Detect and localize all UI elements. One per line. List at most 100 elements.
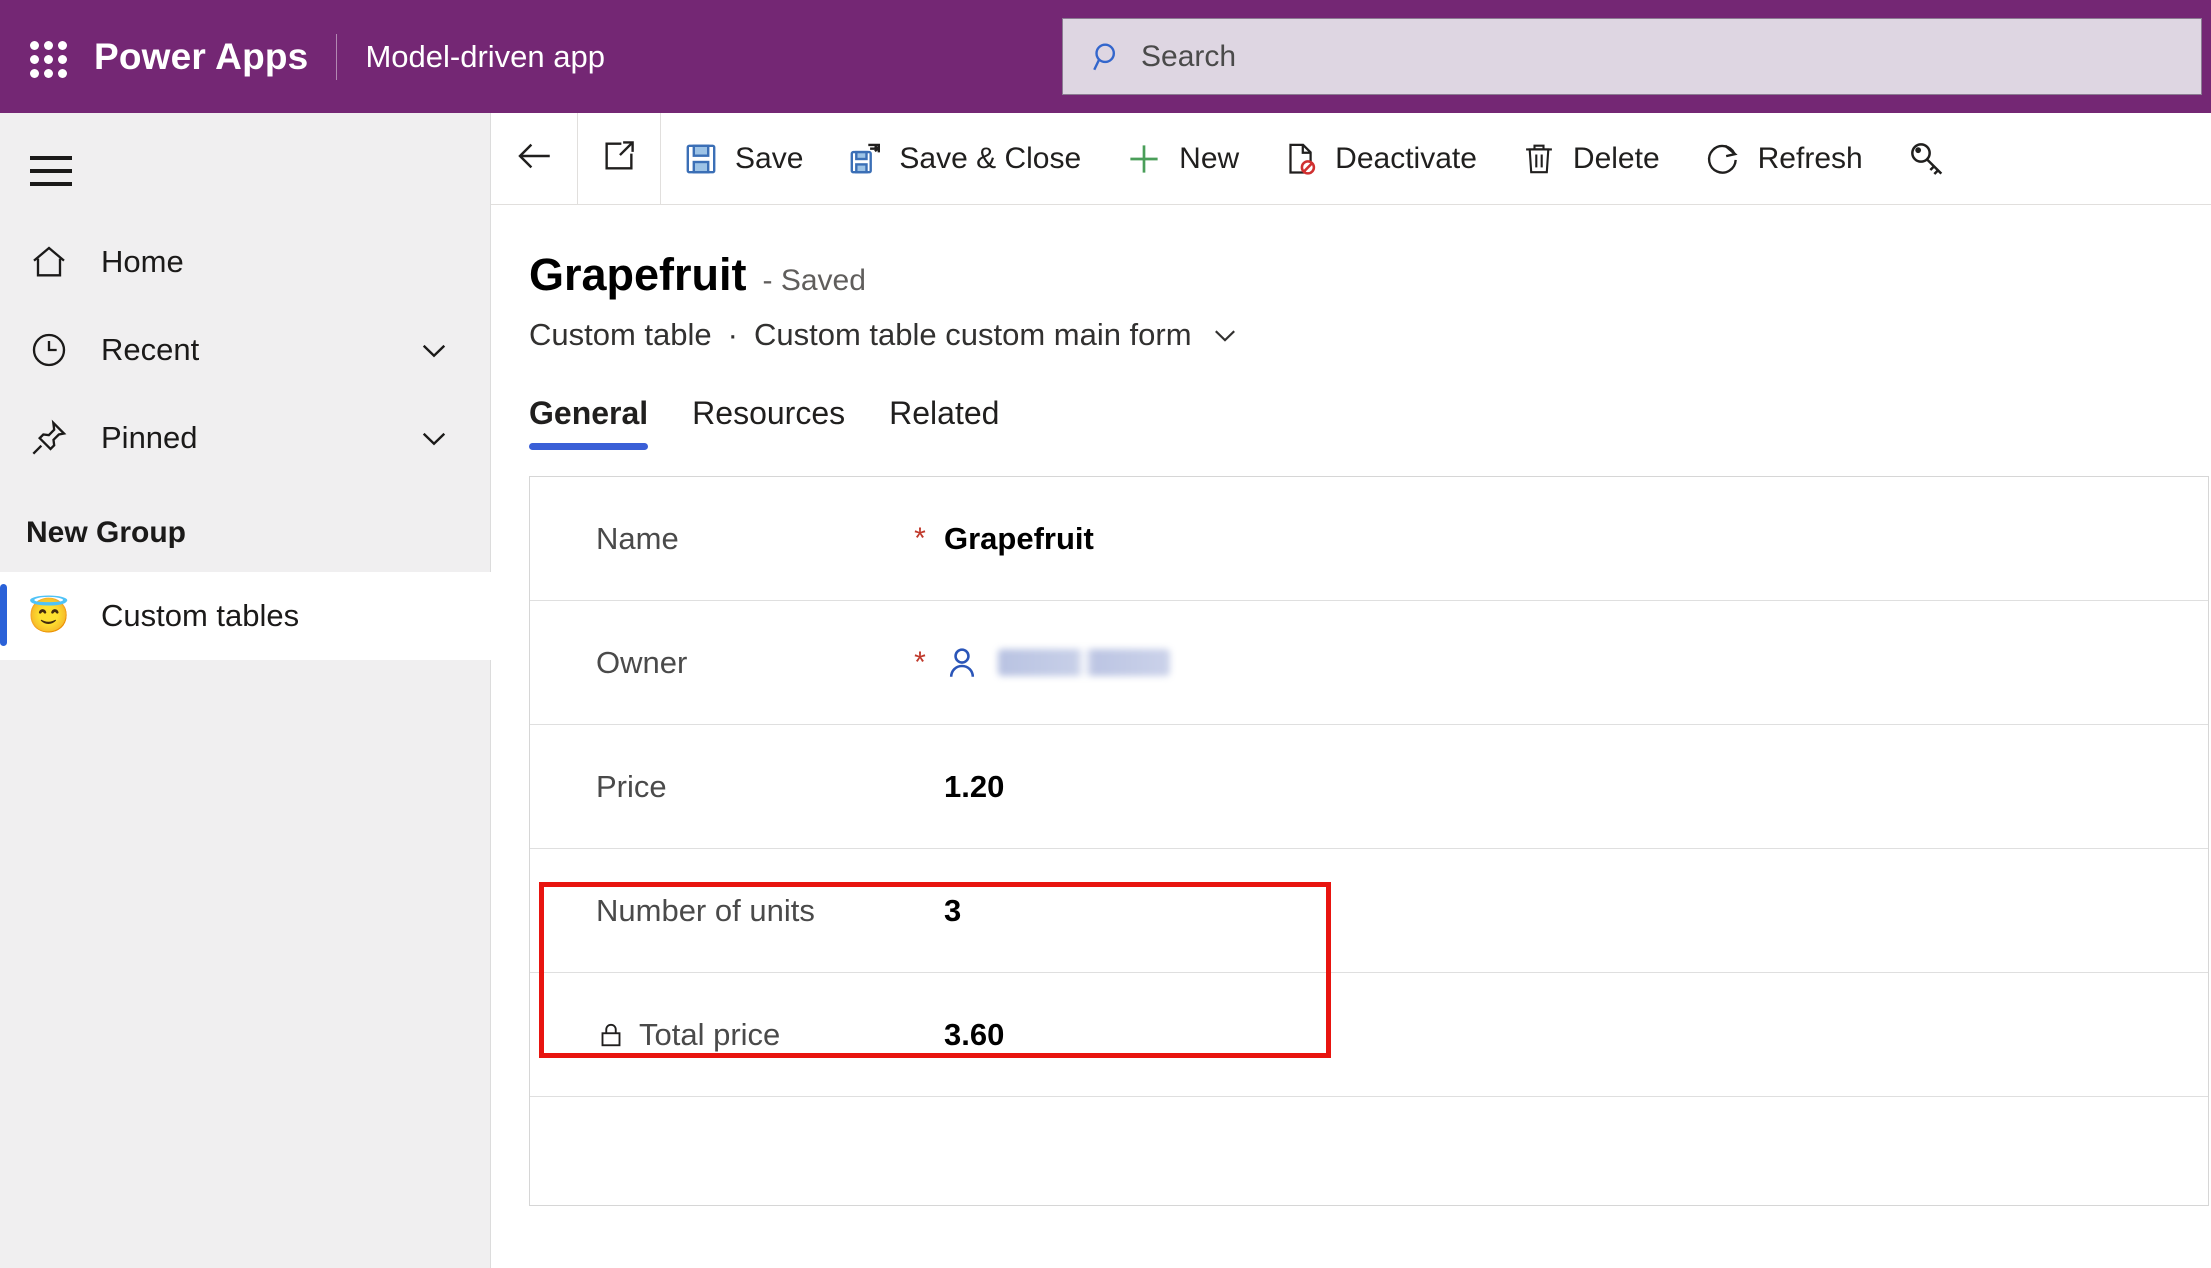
sidebar-group-title: New Group (26, 516, 187, 549)
form-card-bottom-spacer (530, 1097, 2208, 1205)
search-placeholder: Search (1141, 39, 1237, 73)
field-label: Owner (596, 644, 688, 680)
hamburger-line (30, 156, 72, 160)
sidebar-item-label: Pinned (101, 420, 198, 455)
sidebar-item-label: Home (101, 244, 184, 279)
field-value-number-of-units[interactable]: 3 (944, 893, 961, 929)
waffle-dot (44, 68, 53, 78)
field-value-name[interactable]: Grapefruit (944, 521, 1094, 557)
field-row-name: Name * Grapefruit (530, 477, 2208, 601)
key-check-access-icon (1907, 139, 1947, 179)
global-search-box[interactable]: Search (1062, 18, 2202, 95)
command-bar: Save Save & Close New Deactivate Delete … (491, 113, 2211, 205)
field-row-number-of-units: Number of units 3 (530, 849, 2208, 973)
pin-icon (26, 418, 72, 458)
save-button[interactable]: Save (661, 113, 825, 204)
delete-button-label: Delete (1572, 141, 1660, 175)
open-in-new-window-button[interactable] (578, 113, 661, 204)
required-asterisk: * (914, 521, 926, 555)
field-value-text: Grapefruit (944, 520, 1094, 556)
hamburger-line (30, 169, 72, 173)
refresh-button[interactable]: Refresh (1682, 113, 1885, 204)
trash-icon (1521, 141, 1557, 177)
save-state-label: - Saved (762, 264, 866, 297)
sidebar-item-custom-tables[interactable]: 😇 Custom tables (0, 572, 491, 660)
waffle-dot (44, 54, 53, 64)
deactivate-button-label: Deactivate (1335, 141, 1477, 175)
deactivate-button[interactable]: Deactivate (1261, 113, 1499, 204)
lock-icon (596, 1020, 626, 1050)
breadcrumb-separator: · (727, 317, 738, 352)
waffle-dot (30, 54, 39, 64)
breadcrumb: Custom table · Custom table custom main … (529, 317, 2211, 353)
angel-face-emoji-glyph: 😇 (27, 597, 71, 635)
sidebar-item-home[interactable]: Home (0, 218, 491, 306)
check-access-button[interactable] (1885, 113, 1985, 204)
field-label: Number of units (596, 892, 815, 928)
refresh-button-label: Refresh (1757, 141, 1863, 175)
field-row-owner: Owner * (530, 601, 2208, 725)
back-button[interactable] (491, 113, 578, 204)
deactivate-icon (1283, 141, 1319, 177)
field-value-total-price: 3.60 (944, 1017, 1004, 1053)
form-tab-list: General Resources Related (529, 395, 2211, 450)
delete-button[interactable]: Delete (1499, 113, 1682, 204)
refresh-icon (1704, 140, 1742, 178)
app-name-label: Model-driven app (365, 38, 605, 74)
home-icon (26, 242, 72, 282)
main-content-area: Save Save & Close New Deactivate Delete … (491, 113, 2211, 1268)
tab-general[interactable]: General (529, 395, 649, 450)
save-and-close-button-label: Save & Close (899, 141, 1082, 175)
brand-divider (336, 33, 338, 80)
field-label: Name (596, 520, 679, 556)
person-icon (944, 645, 980, 681)
field-label-total-price: Total price (596, 1017, 896, 1053)
form-field-card: Name * Grapefruit Owner * Price 1.20 Num… (529, 476, 2209, 1206)
record-title-row: Grapefruit - Saved (529, 249, 2211, 301)
waffle-dot (58, 40, 67, 50)
save-and-close-icon (847, 141, 883, 177)
brand-title[interactable]: Power Apps (94, 36, 308, 78)
field-label: Price (596, 768, 667, 804)
field-value-price[interactable]: 1.20 (944, 769, 1004, 805)
chevron-down-icon[interactable] (415, 331, 453, 369)
save-and-close-button[interactable]: Save & Close (825, 113, 1103, 204)
field-label-text: Total price (639, 1016, 781, 1052)
sidebar-item-pinned[interactable]: Pinned (0, 394, 491, 482)
field-value-text: 3.60 (944, 1016, 1005, 1052)
page-title: Grapefruit (529, 249, 747, 300)
app-launcher-waffle-icon[interactable] (24, 35, 68, 79)
chevron-down-icon[interactable] (1208, 318, 1242, 352)
plus-icon (1125, 140, 1163, 178)
hamburger-menu-icon[interactable] (24, 148, 78, 194)
open-in-new-window-icon (600, 137, 638, 180)
waffle-dot (58, 54, 67, 64)
clock-icon (26, 330, 72, 370)
waffle-dot (30, 68, 39, 78)
form-selector-label[interactable]: Custom table custom main form (754, 317, 1192, 353)
save-button-label: Save (735, 141, 804, 175)
site-map-sidebar: Home Recent Pinned New Group 😇 Custom ta… (0, 113, 491, 1268)
tab-resources[interactable]: Resources (692, 395, 845, 450)
field-value-owner[interactable] (944, 645, 1170, 681)
field-row-price: Price 1.20 (530, 725, 2208, 849)
record-header: Grapefruit - Saved Custom table · Custom… (491, 205, 2211, 353)
chevron-down-icon[interactable] (415, 419, 453, 457)
search-icon (1091, 40, 1125, 74)
waffle-dot (44, 40, 53, 50)
top-app-bar: Power Apps Model-driven app Search (0, 0, 2211, 113)
sidebar-nav-list: Home Recent Pinned New Group 😇 Custom ta… (0, 218, 491, 660)
new-button[interactable]: New (1103, 113, 1261, 204)
field-value-text: 1.20 (944, 768, 1005, 804)
save-floppy-icon (683, 141, 719, 177)
new-button-label: New (1179, 141, 1240, 175)
sidebar-item-recent[interactable]: Recent (0, 306, 491, 394)
waffle-dot (30, 40, 39, 50)
entity-name-label: Custom table (529, 317, 712, 352)
waffle-dot (58, 68, 67, 78)
tab-related[interactable]: Related (889, 395, 999, 450)
sidebar-item-label: Custom tables (101, 598, 300, 633)
hamburger-line (30, 182, 72, 186)
field-row-total-price: Total price 3.60 (530, 973, 2208, 1097)
sidebar-item-label: Recent (101, 332, 200, 367)
